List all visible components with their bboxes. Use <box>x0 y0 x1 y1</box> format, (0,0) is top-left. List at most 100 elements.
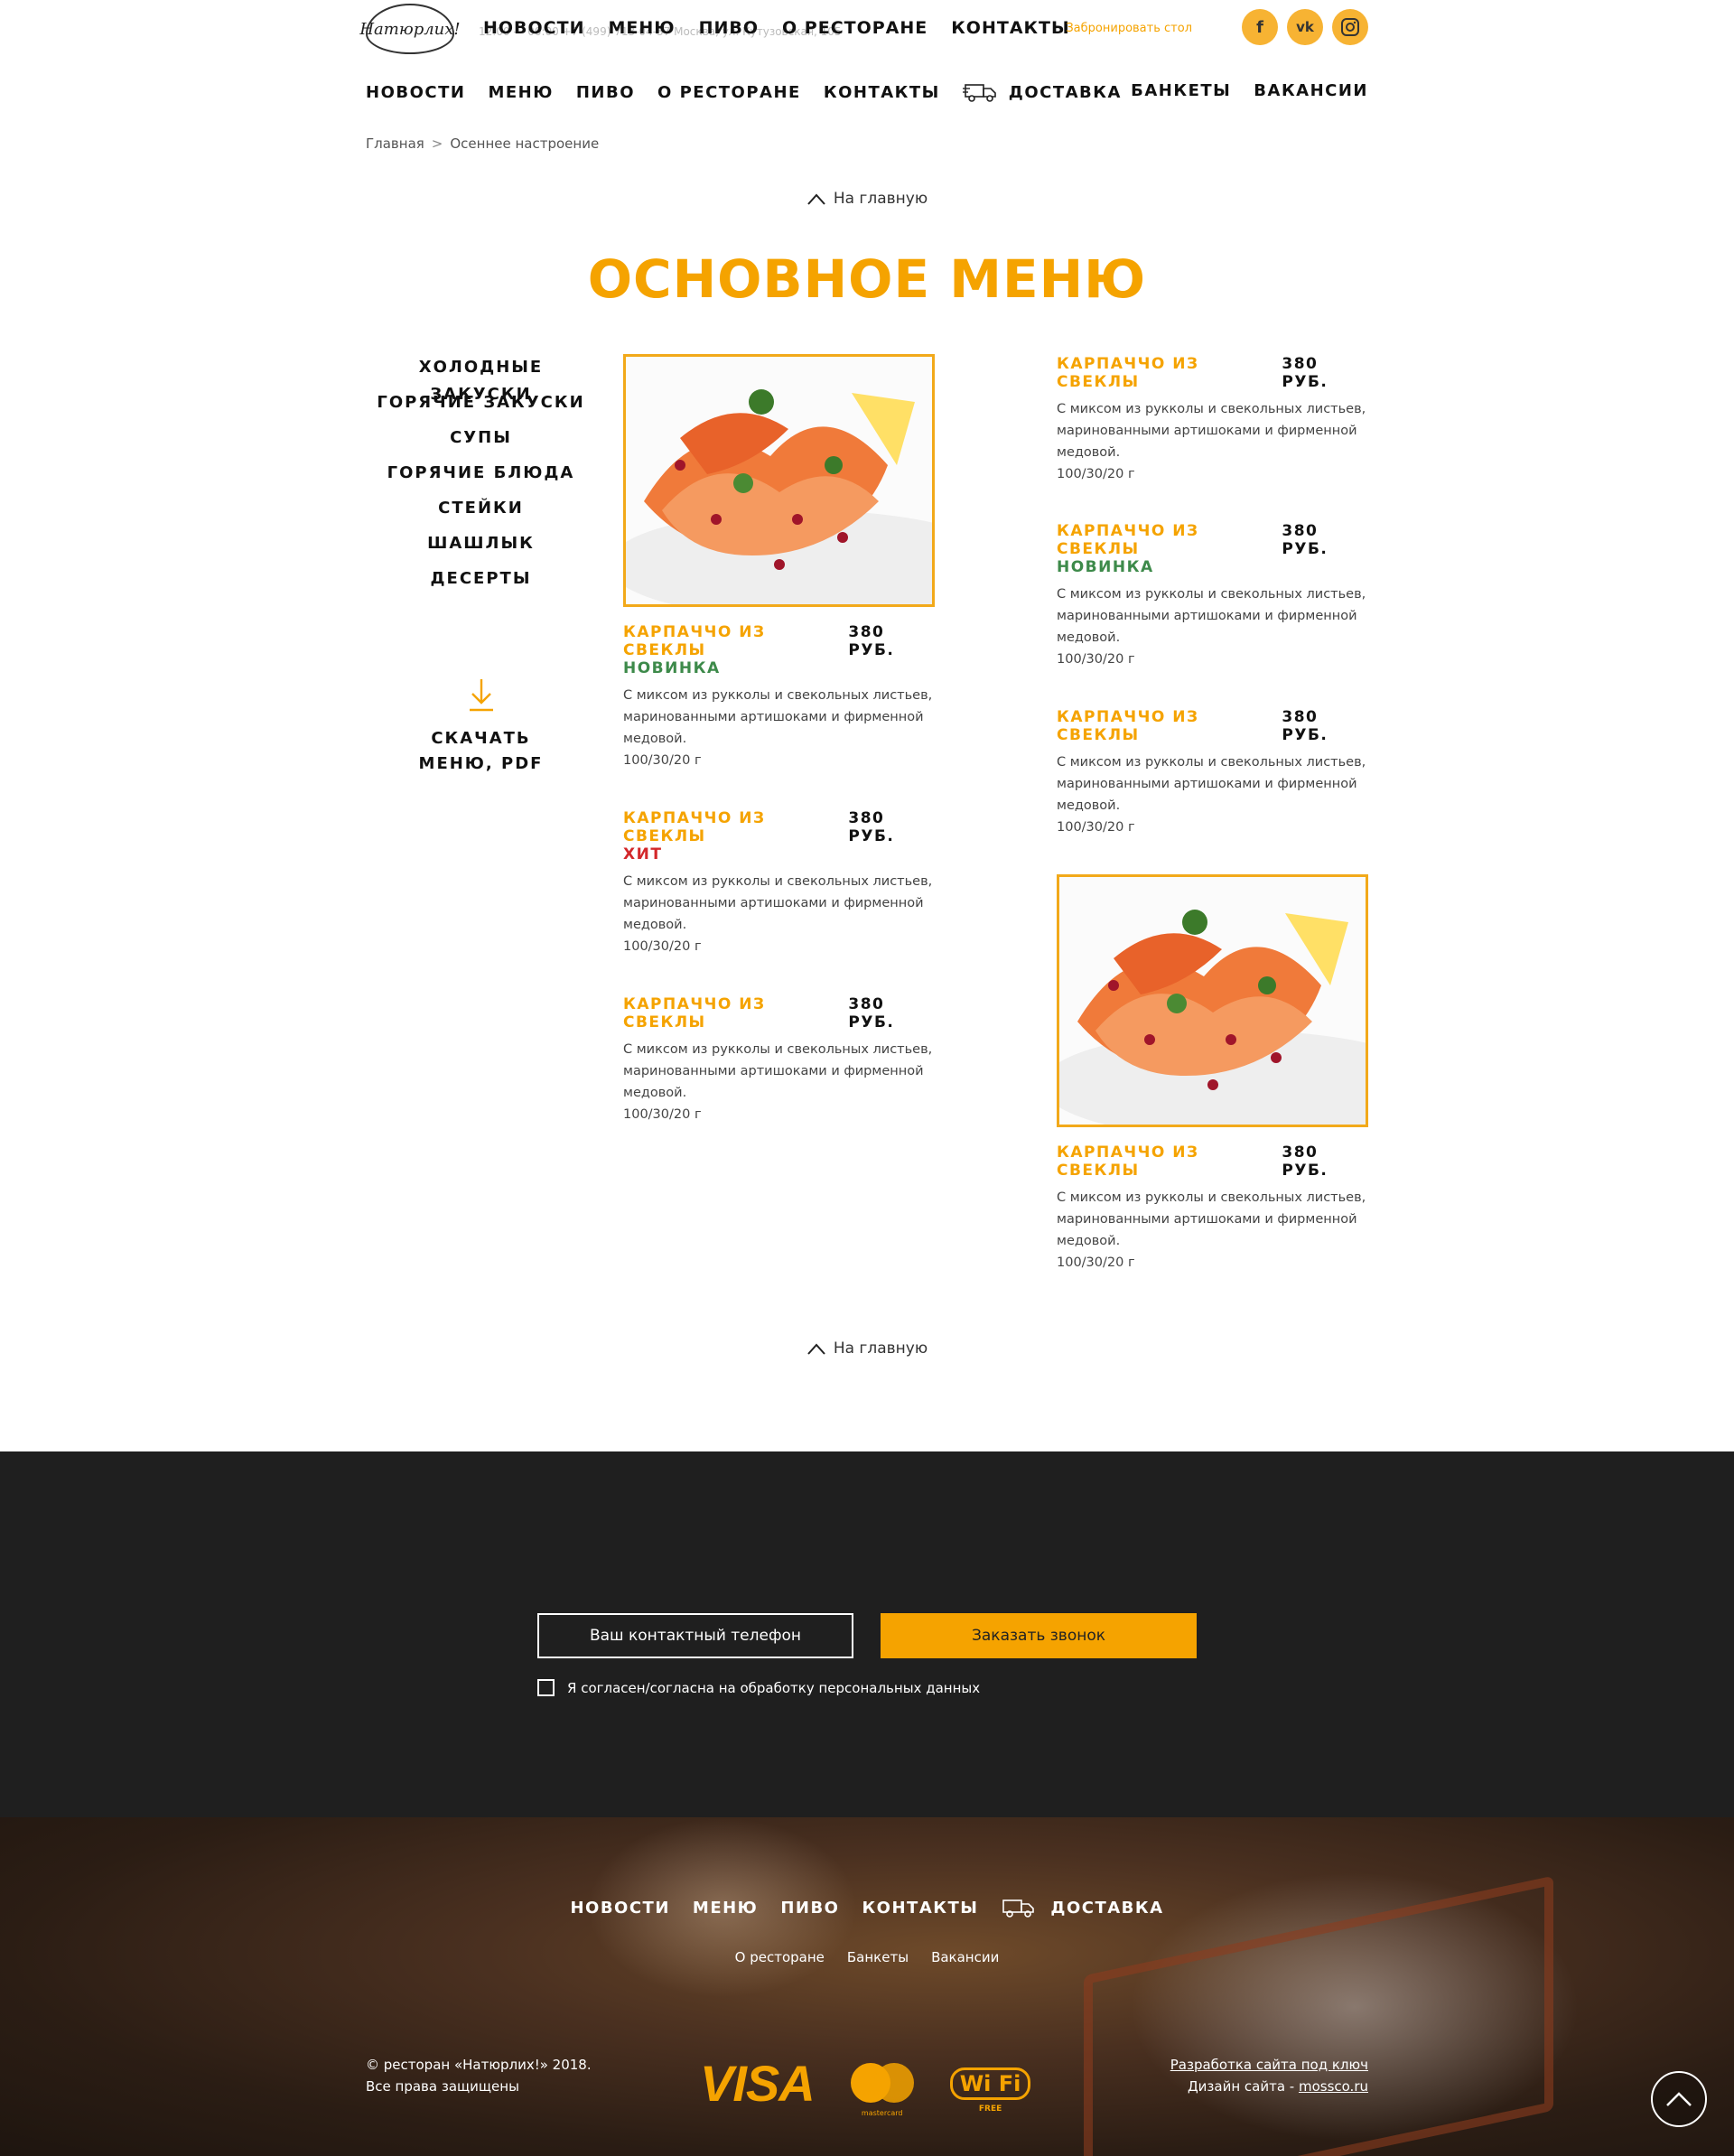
logo[interactable]: Натюрлих! <box>359 4 461 54</box>
category-shashlik[interactable]: ШАШЛЫК <box>366 530 596 565</box>
dish-card[interactable]: КАРПАЧЧО ИЗ СВЕКЛЫ 380 РУБ. С миксом из р… <box>623 995 935 1125</box>
footer-nav-contacts[interactable]: КОНТАКТЫ <box>862 1899 978 1918</box>
footer-subnav: О ресторане Банкеты Вакансии <box>0 1949 1734 1965</box>
top-nav-news[interactable]: НОВОСТИ <box>483 18 585 38</box>
nav-vacancies[interactable]: ВАКАНСИИ <box>1254 81 1368 100</box>
download-label: СКАЧАТЬ МЕНЮ, PDF <box>418 729 544 773</box>
dish-card[interactable]: КАРПАЧЧО ИЗ СВЕКЛЫ НОВИНКА 380 РУБ. С микс… <box>623 623 935 771</box>
main-nav: НОВОСТИ МЕНЮ ПИВО О РЕСТОРАНЕ КОНТАКТЫ Д… <box>366 81 1368 108</box>
visa-icon: VISA <box>700 2055 816 2112</box>
consent-label: Я согласен/согласна на обработку персона… <box>567 1679 981 1696</box>
dish-price: 380 РУБ. <box>1282 522 1328 558</box>
dish-photo <box>623 354 935 607</box>
nav-menu[interactable]: МЕНЮ <box>488 83 553 102</box>
carpaccio-image <box>626 357 932 604</box>
category-steaks[interactable]: СТЕЙКИ <box>366 495 596 530</box>
category-soups[interactable]: СУПЫ <box>366 425 596 460</box>
category-hot-appetizers[interactable]: ГОРЯЧИЕ ЗАКУСКИ <box>366 389 596 425</box>
vk-icon[interactable]: vk <box>1287 9 1323 45</box>
dish-price: 380 РУБ. <box>848 809 895 845</box>
nav-banquets[interactable]: БАНКЕТЫ <box>1131 81 1231 100</box>
dish-description: С миксом из рукколы и свекольных листьев… <box>623 1042 933 1100</box>
phone-input[interactable] <box>537 1613 853 1658</box>
delivery-truck-icon <box>1002 1899 1035 1918</box>
scroll-to-top-button[interactable] <box>1651 2071 1707 2127</box>
breadcrumb: Главная > Осеннее настроение <box>366 135 1368 152</box>
dish-weight: 100/30/20 г <box>623 939 702 954</box>
top-nav-about[interactable]: О РЕСТОРАНЕ <box>782 18 928 38</box>
dish-card[interactable]: КАРПАЧЧО ИЗ СВЕКЛЫ 380 РУБ. С миксом из р… <box>1057 355 1368 485</box>
download-menu-pdf[interactable]: СКАЧАТЬ МЕНЮ, PDF <box>366 677 596 777</box>
top-nav-beer[interactable]: ПИВО <box>699 18 759 38</box>
dish-weight: 100/30/20 г <box>1057 467 1135 481</box>
dish-name: КАРПАЧЧО ИЗ СВЕКЛЫ <box>623 809 766 845</box>
instagram-icon[interactable] <box>1332 9 1368 45</box>
dish-name: КАРПАЧЧО ИЗ СВЕКЛЫ <box>1057 708 1199 744</box>
badge-new: НОВИНКА <box>623 659 721 677</box>
reserve-link[interactable]: Забронировать стол <box>1066 22 1192 35</box>
dish-price: 380 РУБ. <box>848 995 895 1031</box>
category-list: ХОЛОДНЫЕ ЗАКУСКИ ГОРЯЧИЕ ЗАКУСКИ СУПЫ ГО… <box>366 354 596 601</box>
dish-description: С миксом из рукколы и свекольных листьев… <box>1057 402 1366 460</box>
wifi-free-icon: Wi Fi FREE <box>949 2067 1031 2114</box>
dish-card[interactable]: КАРПАЧЧО ИЗ СВЕКЛЫ 380 РУБ. С миксом из р… <box>1057 1143 1368 1274</box>
footer: НОВОСТИ МЕНЮ ПИВО КОНТАКТЫ ДОСТАВКА О ре… <box>0 1817 1734 2156</box>
credits: Разработка сайта под ключ Дизайн сайта -… <box>1170 2054 1368 2097</box>
dish-price: 380 РУБ. <box>848 623 895 659</box>
chevron-up-icon <box>807 1343 825 1355</box>
nav-delivery[interactable]: ДОСТАВКА <box>1009 83 1122 102</box>
dish-card[interactable]: КАРПАЧЧО ИЗ СВЕКЛЫ НОВИНКА 380 РУБ. С микс… <box>1057 522 1368 670</box>
category-hot-dishes[interactable]: ГОРЯЧИЕ БЛЮДА <box>366 460 596 495</box>
nav-news[interactable]: НОВОСТИ <box>366 83 465 102</box>
dish-name: КАРПАЧЧО ИЗ СВЕКЛЫ <box>1057 522 1199 558</box>
top-nav-menu[interactable]: МЕНЮ <box>609 18 676 38</box>
dish-weight: 100/30/20 г <box>623 753 702 768</box>
dish-name: КАРПАЧЧО ИЗ СВЕКЛЫ <box>1057 355 1199 391</box>
dish-description: С миксом из рукколы и свекольных листьев… <box>1057 587 1366 645</box>
design-link[interactable]: mossco.ru <box>1299 2078 1368 2095</box>
top-nav-contacts[interactable]: КОНТАКТЫ <box>951 18 1069 38</box>
to-home-link-top[interactable]: На главную <box>0 190 1734 208</box>
callback-section: Заказать звонок Я согласен/согласна на о… <box>0 1451 1734 1817</box>
nav-beer[interactable]: ПИВО <box>576 83 635 102</box>
footer-nav-delivery[interactable]: ДОСТАВКА <box>1050 1899 1163 1918</box>
to-home-link-bottom[interactable]: На главную <box>0 1339 1734 1358</box>
dish-name: КАРПАЧЧО ИЗ СВЕКЛЫ <box>623 623 766 659</box>
breadcrumb-home[interactable]: Главная <box>366 135 424 152</box>
footer-link-banquets[interactable]: Банкеты <box>847 1949 909 1965</box>
breadcrumb-current: Осеннее настроение <box>450 135 600 152</box>
dish-price: 380 РУБ. <box>1282 708 1328 744</box>
footer-link-about[interactable]: О ресторане <box>735 1949 825 1965</box>
footer-link-vacancies[interactable]: Вакансии <box>931 1949 999 1965</box>
dev-link[interactable]: Разработка сайта под ключ <box>1170 2054 1368 2076</box>
mastercard-icon: mastercard <box>850 2062 914 2117</box>
footer-nav-news[interactable]: НОВОСТИ <box>570 1899 669 1918</box>
dish-price: 380 РУБ. <box>1282 1143 1328 1180</box>
to-home-label: На главную <box>833 1339 928 1358</box>
to-home-label: На главную <box>833 190 928 208</box>
breadcrumb-separator: > <box>431 135 443 152</box>
dish-card[interactable]: КАРПАЧЧО ИЗ СВЕКЛЫ ХИТ 380 РУБ. С миксом и… <box>623 809 935 957</box>
dish-name: КАРПАЧЧО ИЗ СВЕКЛЫ <box>623 995 766 1031</box>
badge-new: НОВИНКА <box>1057 558 1154 576</box>
copyright: © ресторан «Натюрлих!» 2018. Все права з… <box>366 2057 592 2095</box>
category-cold-appetizers[interactable]: ХОЛОДНЫЕ ЗАКУСКИ <box>366 354 596 404</box>
download-icon <box>469 679 493 712</box>
footer-nav-menu[interactable]: МЕНЮ <box>693 1899 758 1918</box>
dish-description: С миксом из рукколы и свекольных листьев… <box>1057 1190 1366 1248</box>
dish-description: С миксом из рукколы и свекольных листьев… <box>1057 755 1366 813</box>
footer-nav: НОВОСТИ МЕНЮ ПИВО КОНТАКТЫ ДОСТАВКА <box>0 1897 1734 1918</box>
chevron-up-icon <box>1666 2092 1692 2106</box>
consent-checkbox[interactable] <box>537 1679 555 1696</box>
dish-weight: 100/30/20 г <box>1057 1255 1135 1270</box>
category-desserts[interactable]: ДЕСЕРТЫ <box>366 565 596 601</box>
dish-card[interactable]: КАРПАЧЧО ИЗ СВЕКЛЫ 380 РУБ. С миксом из р… <box>1057 708 1368 838</box>
nav-contacts[interactable]: КОНТАКТЫ <box>824 83 940 102</box>
facebook-icon[interactable]: f <box>1242 9 1278 45</box>
carpaccio-image <box>1059 877 1366 1125</box>
payment-icons: VISA mastercard Wi Fi FREE <box>700 2054 1031 2117</box>
delivery-truck-icon <box>962 84 996 102</box>
footer-nav-beer[interactable]: ПИВО <box>780 1899 839 1918</box>
order-call-button[interactable]: Заказать звонок <box>881 1613 1197 1658</box>
nav-about[interactable]: О РЕСТОРАНЕ <box>657 83 801 102</box>
